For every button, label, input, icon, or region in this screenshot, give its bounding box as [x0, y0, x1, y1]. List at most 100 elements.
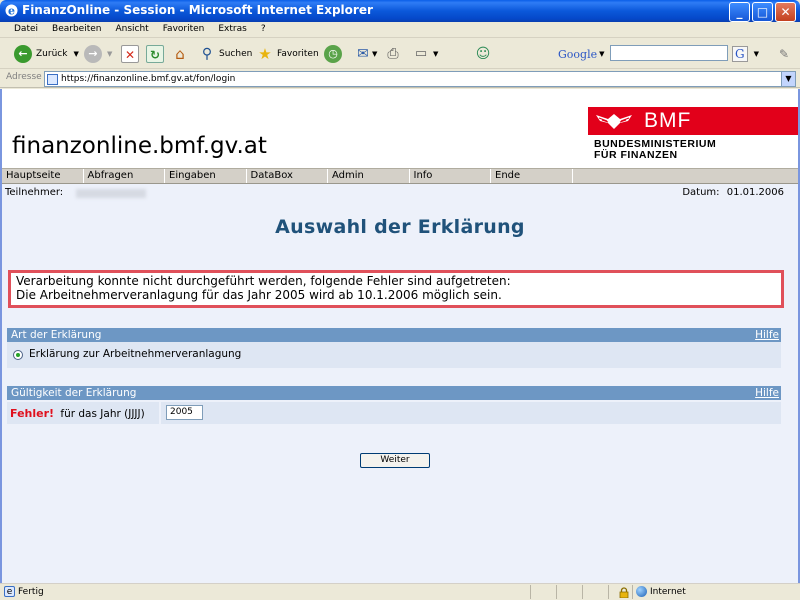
bmf-subtitle-line-2: FÜR FINANZEN — [594, 149, 678, 161]
nav-ende[interactable]: Ende — [491, 169, 573, 183]
home-icon: ⌂ — [175, 45, 185, 63]
year-label-cell: Fehler! für das Jahr (JJJJ) — [7, 402, 159, 424]
nav-databox[interactable]: DataBox — [247, 169, 328, 183]
year-label: für das Jahr (JJJJ) — [60, 408, 145, 420]
error-line-2: Die Arbeitnehmerveranlagung für das Jahr… — [16, 287, 502, 302]
menu-datei[interactable]: Datei — [14, 22, 38, 37]
page-icon — [47, 74, 58, 85]
internet-explorer-icon: e — [5, 4, 18, 18]
back-label: Zurück — [36, 49, 68, 59]
minimize-button[interactable]: _ — [729, 2, 750, 22]
globe-icon — [636, 586, 647, 597]
status-divider — [530, 585, 531, 599]
declaration-option-row: Erklärung zur Arbeitnehmerveranlagung — [7, 342, 781, 368]
nav-admin[interactable]: Admin — [328, 169, 410, 183]
section-title-validity: Gültigkeit der Erklärung — [11, 387, 137, 399]
printer-icon: ⎙ — [387, 46, 399, 62]
bmf-logo-text: BMF — [644, 109, 692, 132]
messenger-button[interactable]: ☺ — [474, 43, 492, 65]
google-search-input[interactable] — [610, 45, 728, 61]
site-title: finanzonline.bmf.gv.at — [12, 133, 267, 159]
error-message-box: Verarbeitung konnte nicht durchgeführt w… — [8, 270, 784, 308]
favorites-button[interactable]: ★ Favoriten — [256, 43, 319, 65]
toolbar-pen-button[interactable]: ✎ — [775, 43, 793, 65]
nav-info[interactable]: Info — [410, 169, 491, 183]
pen-icon: ✎ — [778, 47, 790, 61]
status-divider — [608, 585, 609, 599]
google-logo: Google — [558, 47, 598, 61]
forward-dropdown-icon[interactable]: ▼ — [107, 50, 112, 58]
address-label: Adresse — [6, 72, 42, 82]
eagle-icon — [596, 114, 632, 129]
menu-bar: Datei Bearbeiten Ansicht Favoriten Extra… — [0, 22, 800, 38]
declaration-radio[interactable] — [13, 350, 23, 360]
nav-filler — [572, 169, 798, 183]
mail-dropdown-icon[interactable]: ▼ — [372, 50, 377, 58]
print-button[interactable]: ⎙ — [384, 43, 402, 65]
google-options-icon[interactable]: ▼ — [754, 50, 759, 58]
mail-icon: ✉ — [357, 46, 369, 62]
error-indicator: Fehler! — [10, 407, 55, 420]
date-label: Datum: — [682, 187, 720, 198]
section-header-validity: Gültigkeit der Erklärung Hilfe — [7, 386, 781, 400]
window-title: FinanzOnline - Session - Microsoft Inter… — [22, 3, 373, 17]
forward-button[interactable]: → ▼ — [84, 43, 112, 65]
bmf-logo: BMF — [588, 107, 798, 135]
forward-arrow-icon: → — [84, 45, 102, 63]
menu-bearbeiten[interactable]: Bearbeiten — [52, 22, 101, 37]
mail-button[interactable]: ✉ ▼ — [354, 43, 377, 65]
menu-help[interactable]: ? — [261, 22, 266, 37]
address-field[interactable]: https://finanzonline.bmf.gv.at/fon/login… — [44, 71, 796, 87]
star-icon: ★ — [258, 45, 272, 63]
site-header: finanzonline.bmf.gv.at BMF BUNDESMINISTE… — [2, 89, 798, 168]
google-toolbar: Google ▼ — [558, 43, 605, 65]
main-nav: Hauptseite Abfragen Eingaben DataBox Adm… — [2, 168, 798, 184]
year-label-text: Fehler! für das Jahr (JJJJ) — [10, 407, 145, 420]
back-button[interactable]: ← Zurück ▼ — [14, 43, 79, 65]
menu-ansicht[interactable]: Ansicht — [115, 22, 148, 37]
back-dropdown-icon[interactable]: ▼ — [73, 50, 78, 58]
history-button[interactable]: ◷ — [324, 43, 342, 65]
home-button[interactable]: ⌂ — [171, 43, 189, 65]
google-search-button[interactable]: G ▼ — [732, 43, 759, 65]
date-value: 01.01.2006 — [726, 187, 784, 198]
status-divider — [582, 585, 583, 599]
next-button[interactable]: Weiter — [360, 453, 430, 468]
security-zone: Internet — [636, 586, 686, 597]
error-line-1: Verarbeitung konnte nicht durchgeführt w… — [16, 274, 511, 288]
refresh-button[interactable]: ↻ — [146, 43, 164, 65]
refresh-icon: ↻ — [146, 45, 164, 63]
year-input[interactable]: 2005 — [166, 405, 203, 420]
page-title: Auswahl der Erklärung — [275, 216, 525, 238]
status-divider — [556, 585, 557, 599]
search-label: Suchen — [219, 49, 253, 59]
maximize-button[interactable]: □ — [752, 2, 773, 22]
participant-label: Teilnehmer: — [5, 187, 64, 198]
window-title-bar[interactable]: e FinanzOnline - Session - Microsoft Int… — [0, 0, 800, 22]
status-divider — [632, 585, 633, 599]
help-link-type[interactable]: Hilfe — [755, 328, 779, 342]
section-header-type: Art der Erklärung Hilfe — [7, 328, 781, 342]
edit-button[interactable]: ▭ ▼ — [412, 43, 439, 65]
edit-dropdown-icon[interactable]: ▼ — [433, 50, 438, 58]
favorites-label: Favoriten — [277, 49, 319, 59]
menu-favoriten[interactable]: Favoriten — [163, 22, 205, 37]
status-text: Fertig — [18, 586, 44, 597]
nav-abfragen[interactable]: Abfragen — [84, 169, 165, 183]
google-g-icon: G — [732, 46, 748, 62]
address-dropdown-icon[interactable]: ▼ — [781, 72, 795, 86]
search-button[interactable]: ⚲ Suchen — [198, 43, 252, 65]
messenger-icon: ☺ — [475, 46, 491, 62]
nav-eingaben[interactable]: Eingaben — [165, 169, 247, 183]
address-url: https://finanzonline.bmf.gv.at/fon/login — [61, 74, 236, 84]
participant-name-redacted — [76, 189, 146, 198]
close-button[interactable]: ✕ — [775, 2, 796, 22]
status-left: e Fertig — [4, 586, 44, 597]
menu-extras[interactable]: Extras — [218, 22, 246, 37]
address-bar: Adresse https://finanzonline.bmf.gv.at/f… — [0, 70, 800, 88]
nav-hauptseite[interactable]: Hauptseite — [2, 169, 84, 183]
stop-button[interactable]: ✕ — [121, 43, 139, 65]
bmf-subtitle: BUNDESMINISTERIUM FÜR FINANZEN — [594, 139, 716, 161]
google-dropdown-icon[interactable]: ▼ — [599, 50, 604, 58]
help-link-validity[interactable]: Hilfe — [755, 386, 779, 400]
